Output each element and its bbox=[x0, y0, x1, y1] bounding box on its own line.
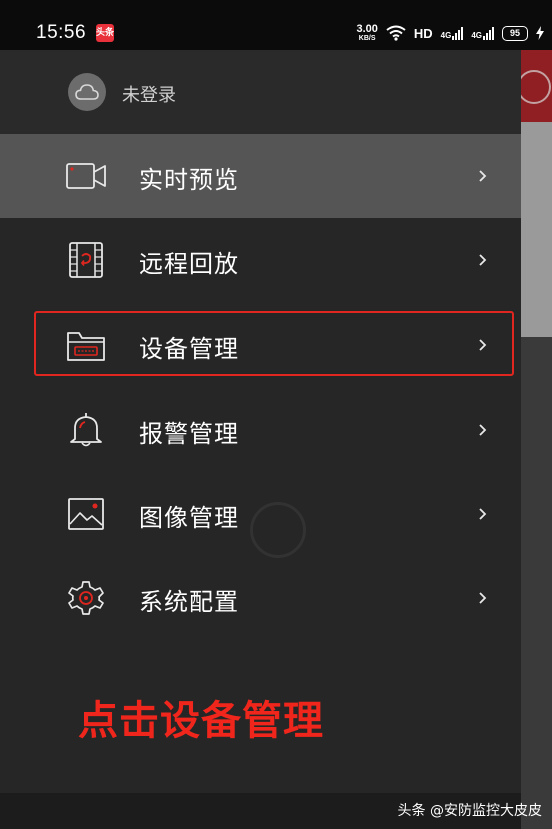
faint-logo-watermark bbox=[250, 502, 306, 558]
menu-item-label: 系统配置 bbox=[139, 588, 239, 616]
bell-icon bbox=[66, 412, 106, 448]
watermark-text: 头条 @安防监控大皮皮 bbox=[397, 803, 542, 819]
signal-bars-icon bbox=[452, 26, 464, 40]
login-status-label[interactable]: 未登录 bbox=[122, 81, 176, 107]
app-screen: 15:56 头条 3.00 KB/S HD 4G 4G 95 未登录 实时预览 … bbox=[0, 0, 552, 829]
cloud-icon bbox=[75, 84, 99, 100]
net-speed: 3.00 KB/S bbox=[356, 23, 378, 43]
video-camera-icon bbox=[66, 158, 106, 194]
background-button-icon bbox=[517, 70, 551, 104]
menu-item-live-preview[interactable]: 实时预览 bbox=[0, 134, 521, 218]
playback-film-icon bbox=[66, 242, 106, 278]
chevron-right-icon bbox=[479, 254, 487, 266]
annotation-text: 点击设备管理 bbox=[78, 698, 324, 744]
menu-item-label: 报警管理 bbox=[139, 420, 239, 448]
signal-2: 4G bbox=[471, 26, 494, 40]
net-speed-value: 3.00 bbox=[356, 23, 378, 35]
status-bar: 15:56 头条 3.00 KB/S HD 4G 4G 95 bbox=[0, 0, 552, 50]
background-content bbox=[521, 337, 552, 829]
menu-item-system-config[interactable]: 系统配置 bbox=[0, 556, 521, 640]
chevron-right-icon bbox=[479, 508, 487, 520]
signal-1: 4G bbox=[441, 26, 464, 40]
network-type-2: 4G bbox=[471, 31, 482, 40]
account-header[interactable]: 未登录 bbox=[0, 50, 521, 134]
chevron-right-icon bbox=[479, 170, 487, 182]
charging-icon bbox=[536, 26, 544, 40]
background-page-edge bbox=[517, 50, 552, 829]
navigation-drawer: 未登录 实时预览 远程回放 设备管理 报警管理 图像管理 系统配置 点击设备管理 bbox=[0, 50, 521, 829]
annotation-highlight-box bbox=[34, 311, 514, 376]
avatar[interactable] bbox=[68, 73, 106, 111]
hd-indicator: HD bbox=[413, 25, 433, 41]
menu-item-remote-playback[interactable]: 远程回放 bbox=[0, 218, 521, 302]
background-preview bbox=[521, 122, 552, 337]
signal-bars-icon bbox=[483, 26, 494, 40]
network-type-1: 4G bbox=[440, 31, 452, 40]
image-icon bbox=[66, 496, 106, 532]
chevron-right-icon bbox=[479, 592, 487, 604]
menu-item-label: 图像管理 bbox=[139, 504, 239, 532]
net-speed-unit: KB/S bbox=[358, 35, 376, 42]
status-time: 15:56 bbox=[36, 22, 87, 43]
app-notification-icon: 头条 bbox=[96, 24, 114, 42]
battery-icon: 95 bbox=[502, 25, 528, 41]
status-indicators: 3.00 KB/S HD 4G 4G 95 bbox=[356, 21, 544, 45]
menu-item-label: 实时预览 bbox=[139, 166, 239, 194]
wifi-icon bbox=[386, 25, 406, 41]
gear-icon bbox=[66, 580, 106, 616]
menu-item-alarm-management[interactable]: 报警管理 bbox=[0, 388, 521, 472]
chevron-right-icon bbox=[479, 424, 487, 436]
menu-item-label: 远程回放 bbox=[139, 250, 239, 278]
